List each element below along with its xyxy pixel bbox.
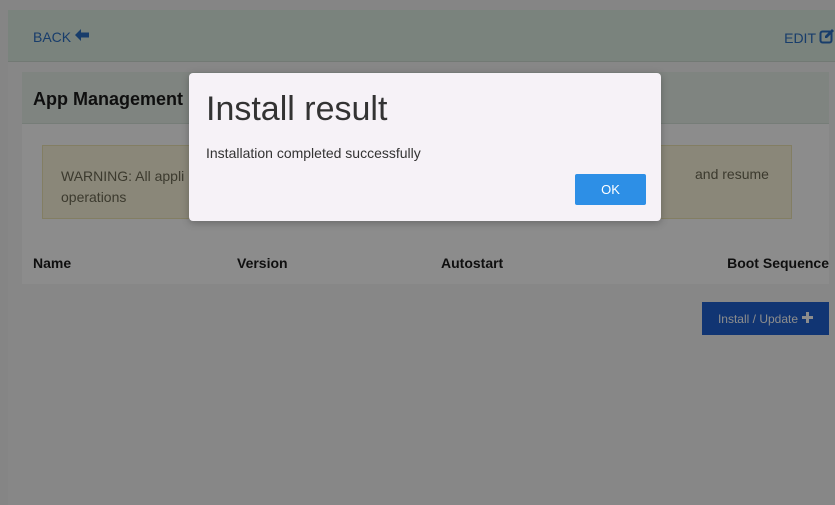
dialog-message: Installation completed successfully [206,145,421,161]
ok-button[interactable]: OK [575,174,646,205]
install-result-dialog: Install result Installation completed su… [189,73,661,221]
dialog-title: Install result [206,90,388,128]
